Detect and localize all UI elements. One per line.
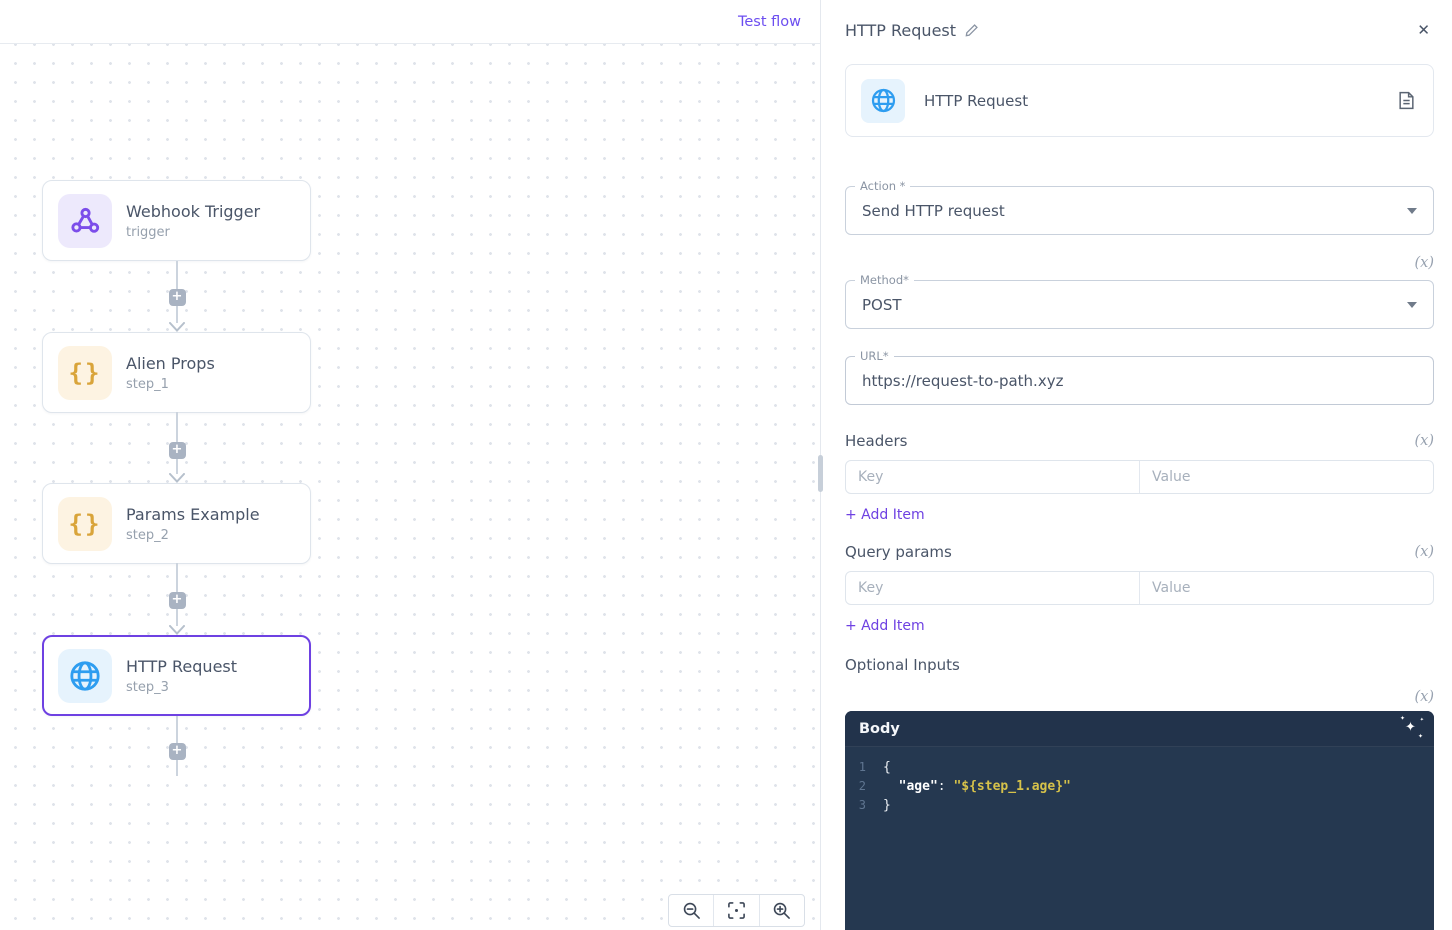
panel-header: HTTP Request ✕	[845, 19, 1434, 41]
action-value: Send HTTP request	[862, 202, 1005, 220]
editor-header: Body ✦✦✦✦	[845, 711, 1434, 747]
arrow-down-icon	[169, 625, 185, 635]
flow-builder-app: Test flow Webhook Trigger trigger	[0, 0, 1452, 930]
add-step-button[interactable]: +	[169, 592, 186, 609]
dynamic-value-toggle[interactable]: (x)	[1415, 254, 1435, 272]
connector: +	[168, 261, 186, 332]
code-area[interactable]: 1 { 2 "age": "${step_1.age}" 3 }	[845, 747, 1434, 815]
braces-icon: {}	[58, 346, 112, 400]
method-label: Method*	[855, 273, 914, 287]
flow-canvas[interactable]: Test flow Webhook Trigger trigger	[0, 0, 821, 930]
fit-view-icon[interactable]	[713, 895, 758, 926]
query-value-input[interactable]	[1140, 572, 1433, 604]
node-title: Webhook Trigger	[126, 202, 260, 221]
globe-icon	[58, 649, 112, 703]
url-value: https://request-to-path.xyz	[862, 372, 1063, 390]
piece-info-card: HTTP Request	[845, 64, 1434, 137]
node-params-example[interactable]: {} Params Example step_2	[42, 483, 311, 564]
code-line: 2 "age": "${step_1.age}"	[845, 777, 1434, 796]
dynamic-value-toggle[interactable]: (x)	[1415, 543, 1435, 561]
method-select[interactable]: Method* POST	[845, 280, 1434, 329]
dynamic-value-toggle[interactable]: (x)	[1415, 688, 1435, 706]
canvas-zoom-toolbar	[668, 894, 805, 927]
action-label: Action *	[855, 179, 910, 193]
canvas-topbar: Test flow	[0, 0, 820, 44]
close-icon[interactable]: ✕	[1413, 19, 1434, 41]
arrow-down-icon	[169, 322, 185, 332]
webhook-icon	[58, 194, 112, 248]
piece-name: HTTP Request	[924, 92, 1028, 110]
optional-inputs-label: Optional Inputs	[845, 656, 1434, 674]
node-subtitle: trigger	[126, 225, 260, 240]
headers-kv-row	[845, 460, 1434, 494]
chevron-down-icon	[1407, 302, 1417, 308]
code-line: 1 {	[845, 758, 1434, 777]
headers-key-input[interactable]	[846, 461, 1139, 493]
test-flow-button[interactable]: Test flow	[738, 14, 801, 30]
arrow-down-icon	[169, 473, 185, 483]
body-code-editor[interactable]: Body ✦✦✦✦ 1 { 2 "age": "${step_1.age}" 3…	[845, 711, 1434, 930]
query-params-kv-row	[845, 571, 1434, 605]
query-params-label: Query params	[845, 543, 952, 561]
chevron-down-icon	[1407, 208, 1417, 214]
connector: +	[168, 563, 186, 635]
dynamic-value-toggle[interactable]: (x)	[1415, 432, 1435, 450]
action-select[interactable]: Action * Send HTTP request	[845, 186, 1434, 235]
braces-icon: {}	[58, 497, 112, 551]
headers-label: Headers	[845, 432, 907, 450]
node-subtitle: step_3	[126, 680, 237, 695]
ai-sparkle-icon[interactable]: ✦✦✦✦	[1403, 720, 1421, 738]
zoom-in-icon[interactable]	[759, 895, 804, 926]
globe-icon	[861, 79, 905, 123]
code-line: 3 }	[845, 796, 1434, 815]
query-add-item-button[interactable]: + Add Item	[845, 618, 925, 634]
panel-resize-handle[interactable]	[818, 455, 823, 492]
node-subtitle: step_2	[126, 528, 260, 543]
add-step-button[interactable]: +	[169, 743, 186, 760]
query-key-input[interactable]	[846, 572, 1139, 604]
headers-add-item-button[interactable]: + Add Item	[845, 507, 925, 523]
url-field[interactable]: URL* https://request-to-path.xyz	[845, 356, 1434, 405]
node-alien-props[interactable]: {} Alien Props step_1	[42, 332, 311, 413]
panel-title: HTTP Request	[845, 21, 956, 40]
edit-name-icon[interactable]	[964, 23, 979, 38]
node-subtitle: step_1	[126, 377, 215, 392]
document-icon[interactable]	[1398, 91, 1415, 110]
body-label: Body	[859, 721, 900, 737]
node-webhook-trigger[interactable]: Webhook Trigger trigger	[42, 180, 311, 261]
add-step-button[interactable]: +	[169, 289, 186, 306]
zoom-out-icon[interactable]	[669, 895, 713, 926]
headers-value-input[interactable]	[1140, 461, 1433, 493]
step-settings-panel: HTTP Request ✕ HTTP Request	[821, 0, 1452, 930]
node-title: Alien Props	[126, 354, 215, 373]
method-value: POST	[862, 296, 902, 314]
url-label: URL*	[855, 349, 894, 363]
add-step-button[interactable]: +	[169, 442, 186, 459]
connector: +	[168, 412, 186, 483]
connector: +	[168, 716, 186, 776]
node-http-request[interactable]: HTTP Request step_3	[42, 635, 311, 716]
node-title: Params Example	[126, 505, 260, 524]
node-title: HTTP Request	[126, 657, 237, 676]
